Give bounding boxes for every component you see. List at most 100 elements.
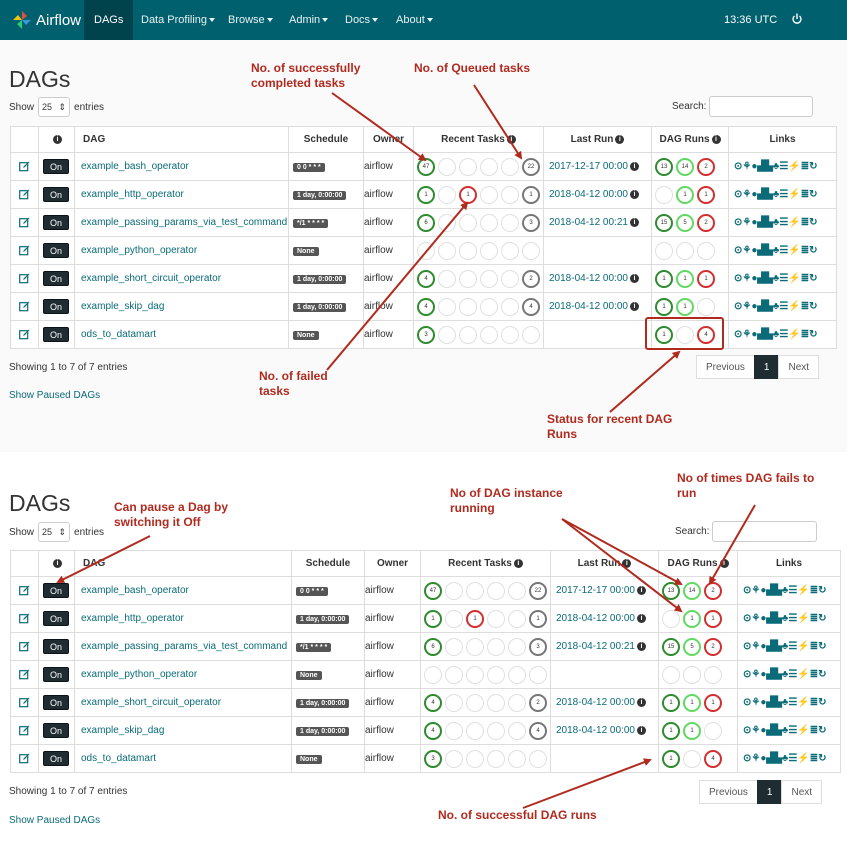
dag-run-circle[interactable]: 1: [662, 749, 680, 768]
dag-action-icons[interactable]: ⊙⚘●▟▙♣☰⚡≣↻: [738, 725, 827, 736]
task-state-circle[interactable]: 1: [424, 609, 442, 628]
task-state-circle[interactable]: [466, 693, 484, 712]
dag-action-icons[interactable]: ⊙⚘●▟▙♣☰⚡≣↻: [729, 329, 818, 340]
edit-icon[interactable]: [19, 189, 30, 200]
last-run-link[interactable]: 2018-04-12 00:21: [551, 641, 635, 652]
show-paused-link[interactable]: Show Paused DAGs: [9, 815, 100, 826]
task-state-circle[interactable]: [508, 693, 526, 712]
dag-action-icons[interactable]: ⊙⚘●▟▙♣☰⚡≣↻: [729, 273, 818, 284]
dag-run-circle[interactable]: [683, 665, 701, 684]
pause-toggle[interactable]: On: [43, 243, 69, 258]
edit-icon[interactable]: [19, 217, 30, 228]
info-icon[interactable]: i: [636, 725, 646, 735]
task-state-circle[interactable]: [466, 581, 484, 600]
pause-toggle[interactable]: On: [43, 695, 69, 710]
task-state-circle[interactable]: [508, 609, 526, 628]
pause-toggle[interactable]: On: [43, 215, 69, 230]
edit-icon[interactable]: [19, 161, 30, 172]
next-button[interactable]: Next: [778, 355, 820, 379]
info-icon[interactable]: i: [636, 641, 646, 651]
dag-run-circle[interactable]: 2: [697, 157, 715, 176]
task-state-circle[interactable]: 4: [424, 721, 442, 740]
task-state-circle[interactable]: [501, 241, 519, 260]
task-state-circle[interactable]: 1: [466, 609, 484, 628]
task-state-circle[interactable]: [438, 325, 456, 344]
dag-run-circle[interactable]: 1: [683, 721, 701, 740]
task-state-circle[interactable]: [417, 241, 435, 260]
airflow-logo[interactable]: Airflow: [12, 8, 81, 32]
header-col-dag-runs[interactable]: DAG Runs i: [651, 126, 729, 153]
dag-run-circle[interactable]: [662, 609, 680, 628]
header-col-edit[interactable]: [10, 550, 39, 577]
task-state-circle[interactable]: [466, 721, 484, 740]
dag-run-circle[interactable]: 14: [683, 581, 701, 600]
pause-toggle[interactable]: On: [43, 299, 69, 314]
dag-action-icons[interactable]: ⊙⚘●▟▙♣☰⚡≣↻: [738, 613, 827, 624]
task-state-circle[interactable]: 4: [417, 297, 435, 316]
dag-run-circle[interactable]: [655, 185, 673, 204]
page-1-button[interactable]: 1: [753, 355, 780, 379]
dag-run-circle[interactable]: 1: [676, 297, 694, 316]
dag-link[interactable]: example_python_operator: [75, 245, 197, 256]
dag-run-circle[interactable]: 13: [662, 581, 680, 600]
task-state-circle[interactable]: [445, 609, 463, 628]
task-state-circle[interactable]: [445, 581, 463, 600]
task-state-circle[interactable]: [508, 637, 526, 656]
task-state-circle[interactable]: [487, 637, 505, 656]
dag-link[interactable]: example_short_circuit_operator: [75, 273, 221, 284]
dag-link[interactable]: example_http_operator: [75, 189, 184, 200]
task-state-circle[interactable]: [522, 325, 540, 344]
header-col-schedule[interactable]: Schedule: [291, 550, 365, 577]
task-state-circle[interactable]: 1: [529, 609, 547, 628]
dag-run-circle[interactable]: 5: [676, 213, 694, 232]
info-icon[interactable]: i: [629, 189, 639, 199]
dag-action-icons[interactable]: ⊙⚘●▟▙♣☰⚡≣↻: [729, 301, 818, 312]
task-state-circle[interactable]: [438, 269, 456, 288]
next-button[interactable]: Next: [781, 780, 823, 804]
task-state-circle[interactable]: [487, 749, 505, 768]
dag-run-circle[interactable]: 1: [662, 693, 680, 712]
dag-action-icons[interactable]: ⊙⚘●▟▙♣☰⚡≣↻: [729, 189, 818, 200]
edit-icon[interactable]: [19, 301, 30, 312]
edit-icon[interactable]: [19, 669, 30, 680]
dag-run-circle[interactable]: 15: [662, 637, 680, 656]
dag-link[interactable]: example_bash_operator: [75, 585, 189, 596]
dag-action-icons[interactable]: ⊙⚘●▟▙♣☰⚡≣↻: [729, 161, 818, 172]
task-state-circle[interactable]: [480, 213, 498, 232]
task-state-circle[interactable]: 47: [417, 157, 435, 176]
nav-data-profiling[interactable]: Data Profiling: [141, 0, 216, 40]
task-state-circle[interactable]: [459, 213, 477, 232]
last-run-link[interactable]: 2018-04-12 00:00: [544, 301, 628, 312]
nav-dags[interactable]: DAGs: [84, 0, 134, 40]
task-state-circle[interactable]: [501, 185, 519, 204]
edit-icon[interactable]: [19, 697, 30, 708]
last-run-link[interactable]: 2018-04-12 00:00: [544, 273, 628, 284]
power-icon[interactable]: [791, 13, 803, 25]
pause-toggle[interactable]: On: [43, 187, 69, 202]
dag-link[interactable]: example_passing_params_via_test_command: [75, 641, 287, 652]
dag-link[interactable]: example_python_operator: [75, 669, 197, 680]
edit-icon[interactable]: [19, 753, 30, 764]
task-state-circle[interactable]: [445, 749, 463, 768]
info-icon[interactable]: i: [636, 697, 646, 707]
task-state-circle[interactable]: [438, 157, 456, 176]
dag-run-circle[interactable]: 1: [655, 297, 673, 316]
dag-run-circle[interactable]: 2: [704, 637, 722, 656]
dag-run-circle[interactable]: [697, 241, 715, 260]
entries-select[interactable]: 25 ⇕: [38, 97, 71, 117]
last-run-link[interactable]: 2018-04-12 00:00: [544, 189, 628, 200]
task-state-circle[interactable]: [508, 581, 526, 600]
dag-link[interactable]: example_skip_dag: [75, 725, 164, 736]
task-state-circle[interactable]: [522, 241, 540, 260]
header-col-dag-runs[interactable]: DAG Runs i: [658, 550, 738, 577]
pause-toggle[interactable]: On: [43, 667, 69, 682]
header-col-toggle[interactable]: i: [38, 550, 75, 577]
task-state-circle[interactable]: 1: [522, 185, 540, 204]
dag-run-circle[interactable]: 1: [676, 185, 694, 204]
dag-action-icons[interactable]: ⊙⚘●▟▙♣☰⚡≣↻: [738, 697, 827, 708]
nav-browse[interactable]: Browse: [228, 0, 273, 40]
task-state-circle[interactable]: [480, 185, 498, 204]
task-state-circle[interactable]: [480, 269, 498, 288]
dag-link[interactable]: example_bash_operator: [75, 161, 189, 172]
edit-icon[interactable]: [19, 613, 30, 624]
